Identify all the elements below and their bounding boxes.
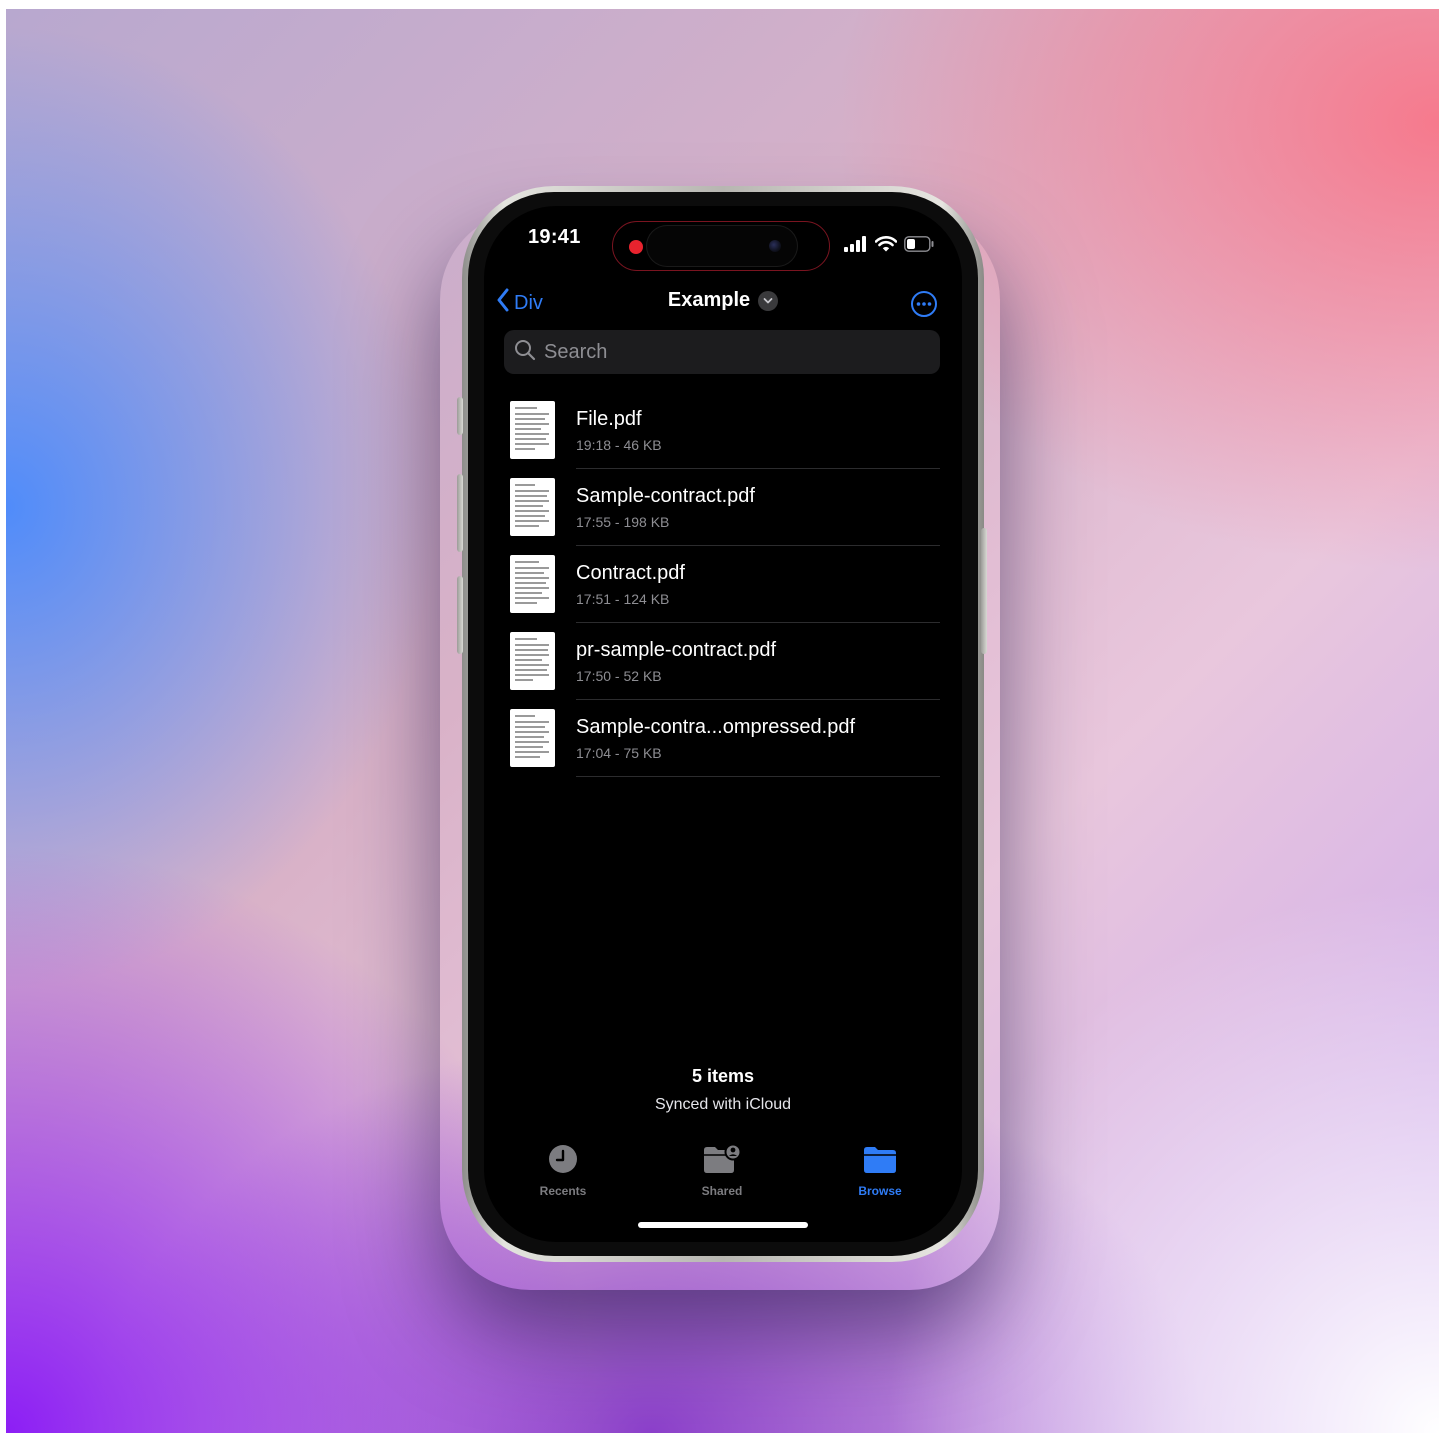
file-meta: 17:51 - 124 KB bbox=[576, 591, 670, 607]
more-options-button[interactable] bbox=[910, 290, 938, 318]
file-name: Sample-contra...ompressed.pdf bbox=[576, 716, 856, 738]
cellular-signal-icon bbox=[844, 236, 868, 257]
file-row[interactable]: Sample-contract.pdf 17:55 - 198 KB bbox=[484, 469, 962, 546]
file-meta: 17:04 - 75 KB bbox=[576, 745, 662, 761]
pdf-thumbnail-icon bbox=[510, 709, 555, 767]
file-name: Contract.pdf bbox=[576, 562, 685, 584]
volume-up-button bbox=[457, 474, 463, 552]
camera-lens bbox=[769, 240, 781, 252]
search-bar[interactable] bbox=[504, 330, 940, 374]
tab-browse[interactable]: Browse bbox=[825, 1144, 935, 1198]
battery-icon bbox=[904, 236, 934, 257]
file-row[interactable]: Contract.pdf 17:51 - 124 KB bbox=[484, 546, 962, 623]
row-divider bbox=[576, 776, 940, 777]
file-meta: 17:55 - 198 KB bbox=[576, 514, 670, 530]
folder-title-menu[interactable]: Example bbox=[484, 289, 962, 312]
home-indicator[interactable] bbox=[638, 1222, 808, 1228]
tab-label: Recents bbox=[539, 1184, 587, 1198]
file-row[interactable]: Sample-contra...ompressed.pdf 17:04 - 75… bbox=[484, 700, 962, 777]
file-name: pr-sample-contract.pdf bbox=[576, 639, 777, 661]
page-title: Example bbox=[667, 289, 751, 311]
file-name: File.pdf bbox=[576, 408, 642, 430]
file-meta: 17:50 - 52 KB bbox=[576, 668, 662, 684]
sync-status: Synced with iCloud bbox=[654, 1096, 792, 1113]
file-name: Sample-contract.pdf bbox=[576, 485, 755, 507]
pdf-thumbnail-icon bbox=[510, 401, 555, 459]
status-icons bbox=[844, 236, 934, 257]
pdf-thumbnail-icon bbox=[510, 555, 555, 613]
pdf-thumbnail-icon bbox=[510, 478, 555, 536]
item-count: 5 items bbox=[691, 1066, 755, 1086]
pdf-thumbnail-icon bbox=[510, 632, 555, 690]
shared-folder-icon bbox=[703, 1143, 742, 1179]
recording-dot bbox=[629, 240, 643, 254]
search-input[interactable] bbox=[542, 339, 926, 365]
file-row[interactable]: pr-sample-contract.pdf 17:50 - 52 KB bbox=[484, 623, 962, 700]
folder-icon bbox=[863, 1144, 897, 1179]
tab-bar: Recents Shared Browse bbox=[484, 1143, 962, 1204]
file-meta: 19:18 - 46 KB bbox=[576, 437, 662, 453]
volume-down-button bbox=[457, 576, 463, 654]
ellipsis-circle-icon bbox=[910, 291, 938, 322]
tab-shared[interactable]: Shared bbox=[667, 1143, 777, 1198]
file-row[interactable]: File.pdf 19:18 - 46 KB bbox=[484, 392, 962, 469]
chevron-down-icon bbox=[758, 290, 779, 311]
tab-label: Browse bbox=[858, 1184, 902, 1198]
phone-screen: 19:41 Div Example Search File.pdf 19:18 … bbox=[484, 206, 962, 1242]
clock-icon bbox=[548, 1144, 578, 1179]
search-icon bbox=[514, 339, 536, 366]
wifi-icon bbox=[874, 236, 898, 257]
status-time: 19:41 bbox=[528, 226, 581, 248]
action-button bbox=[457, 397, 463, 435]
power-button bbox=[981, 528, 987, 654]
file-list: File.pdf 19:18 - 46 KB Sample-contract.p… bbox=[484, 392, 962, 777]
tab-recents[interactable]: Recents bbox=[508, 1144, 618, 1198]
tab-label: Shared bbox=[701, 1184, 743, 1198]
